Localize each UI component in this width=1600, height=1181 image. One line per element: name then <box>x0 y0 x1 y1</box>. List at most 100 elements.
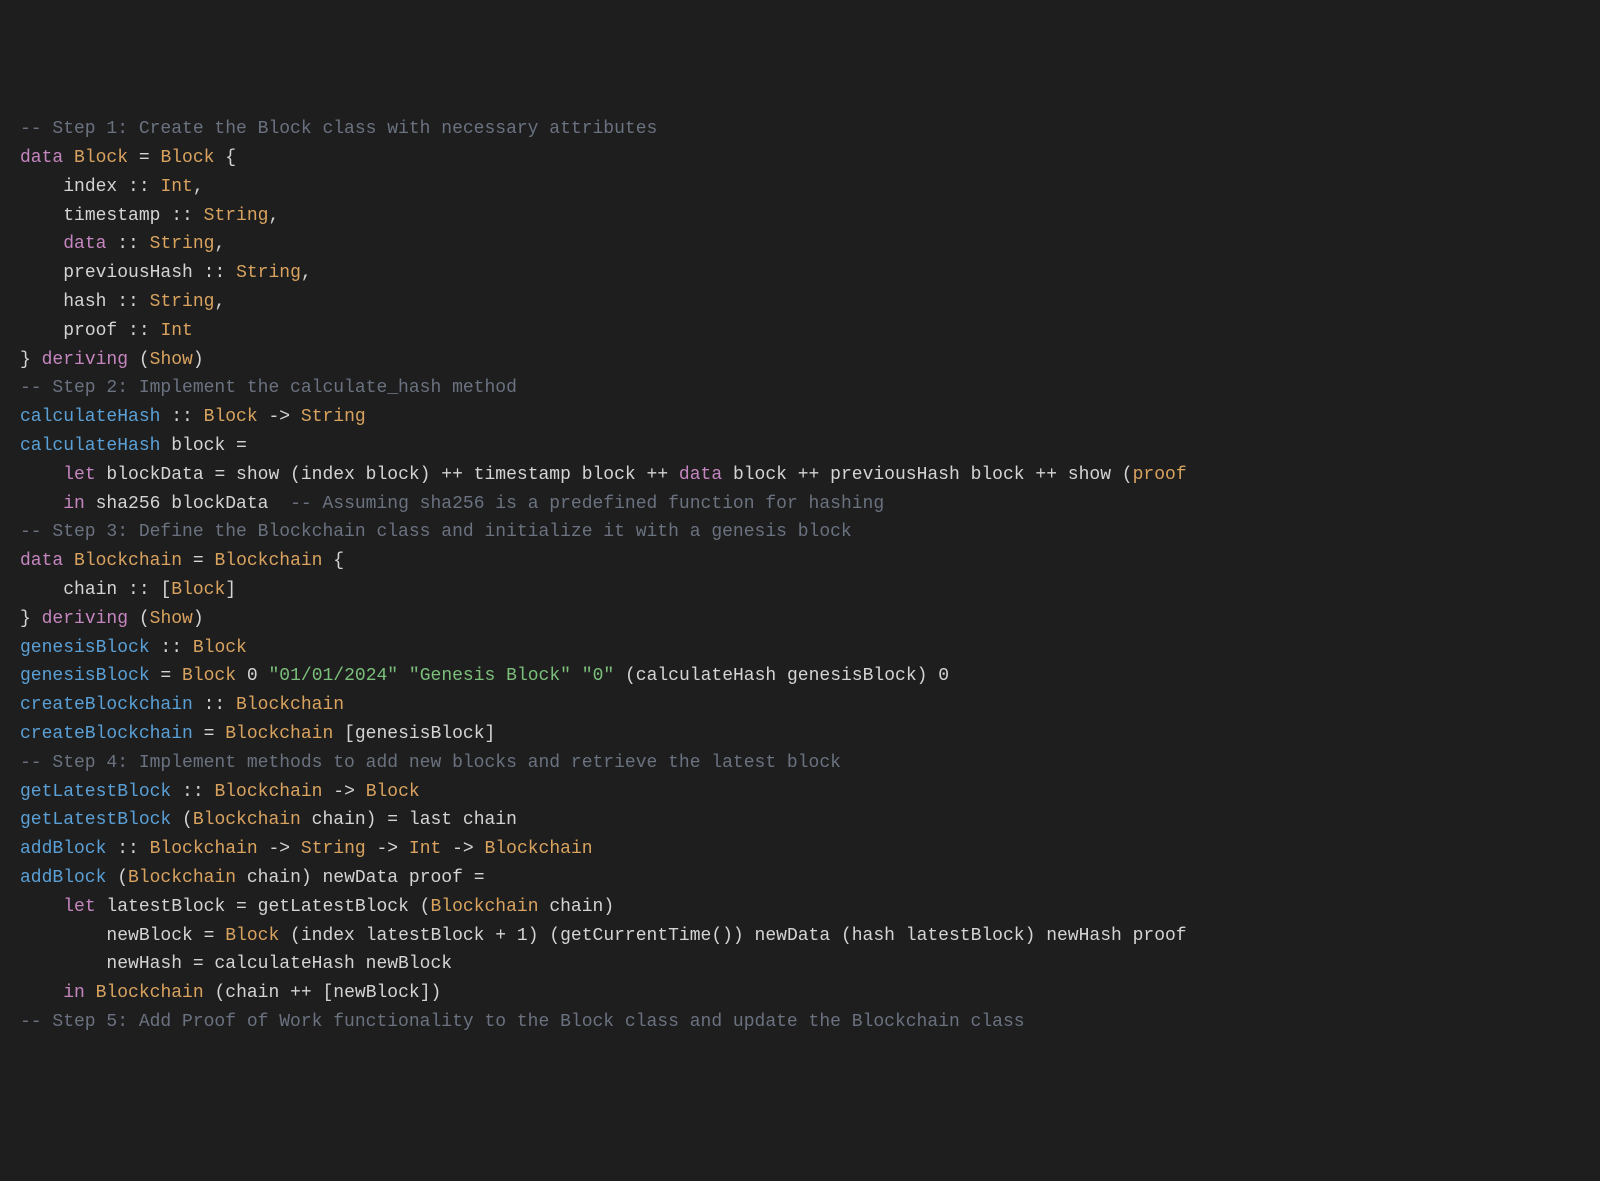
code-line-25[interactable]: createBlockchain = Blockchain [genesisBl… <box>20 720 1580 749</box>
token: Show <box>150 609 193 629</box>
token: String <box>150 234 215 254</box>
token: createBlockchain <box>20 695 193 715</box>
code-line-21[interactable]: genesisBlock :: Block <box>20 634 1580 663</box>
token: :: <box>106 292 149 312</box>
token: Blockchain <box>430 897 538 917</box>
code-line-13[interactable]: let blockData = show (index block) ++ ti… <box>20 461 1580 490</box>
code-line-24[interactable]: createBlockchain :: Blockchain <box>20 691 1580 720</box>
code-line-38[interactable]: -- Step 5: Add Proof of Work functionali… <box>20 1008 1580 1037</box>
code-line-2[interactable]: index :: Int, <box>20 173 1580 202</box>
token: data <box>20 148 63 168</box>
code-line-12[interactable]: calculateHash block = <box>20 432 1580 461</box>
code-line-36[interactable]: in Blockchain (chain ++ [newBlock]) <box>20 979 1580 1008</box>
code-line-34[interactable]: newBlock = Block (index latestBlock + 1)… <box>20 922 1580 951</box>
code-line-6[interactable]: hash :: String, <box>20 288 1580 317</box>
token: Blockchain <box>214 551 322 571</box>
token: data <box>679 465 722 485</box>
code-line-16[interactable]: -- Step 3: Define the Blockchain class a… <box>20 518 1580 547</box>
token: = <box>182 551 214 571</box>
token: String <box>204 206 269 226</box>
token: Block <box>225 926 279 946</box>
token: Blockchain <box>128 868 236 888</box>
token: :: <box>193 695 236 715</box>
token: latestBlock = getLatestBlock ( <box>96 897 431 917</box>
token: :: <box>117 177 160 197</box>
token: :: <box>150 638 193 658</box>
token <box>63 551 74 571</box>
token: String <box>150 292 215 312</box>
code-line-33[interactable]: let latestBlock = getLatestBlock (Blockc… <box>20 893 1580 922</box>
code-line-31[interactable]: addBlock :: Blockchain -> String -> Int … <box>20 835 1580 864</box>
code-line-4[interactable]: data :: String, <box>20 230 1580 259</box>
token: Blockchain <box>485 839 593 859</box>
token <box>398 666 409 686</box>
token: Block <box>160 148 214 168</box>
token: createBlockchain <box>20 724 193 744</box>
code-line-14[interactable]: in sha256 blockData -- Assuming sha256 i… <box>20 490 1580 519</box>
token: Block <box>193 638 247 658</box>
token: ) <box>193 609 204 629</box>
token: chain <box>63 580 117 600</box>
code-content[interactable]: -- Step 1: Create the Block class with n… <box>20 115 1580 1037</box>
token: :: <box>193 263 236 283</box>
code-line-0[interactable]: -- Step 1: Create the Block class with n… <box>20 115 1580 144</box>
token: ] <box>225 580 236 600</box>
token: -- Step 4: Implement methods to add new … <box>20 753 841 773</box>
code-line-27[interactable]: -- Step 4: Implement methods to add new … <box>20 749 1580 778</box>
token: (chain ++ [newBlock]) <box>204 983 442 1003</box>
code-editor[interactable]: -- Step 1: Create the Block class with n… <box>20 115 1580 1037</box>
token: 0 <box>938 666 949 686</box>
token: addBlock <box>20 868 106 888</box>
code-line-8[interactable]: } deriving (Show) <box>20 346 1580 375</box>
token: Blockchain <box>193 810 301 830</box>
code-line-7[interactable]: proof :: Int <box>20 317 1580 346</box>
token: "0" <box>582 666 614 686</box>
token: , <box>214 234 225 254</box>
token: block ++ previousHash block ++ show ( <box>722 465 1132 485</box>
token: , <box>268 206 279 226</box>
code-line-5[interactable]: previousHash :: String, <box>20 259 1580 288</box>
code-line-10[interactable]: -- Step 2: Implement the calculate_hash … <box>20 374 1580 403</box>
code-line-18[interactable]: chain :: [Block] <box>20 576 1580 605</box>
token <box>20 177 63 197</box>
token: :: <box>117 321 160 341</box>
token: let <box>63 897 95 917</box>
code-line-11[interactable]: calculateHash :: Block -> String <box>20 403 1580 432</box>
code-line-35[interactable]: newHash = calculateHash newBlock <box>20 950 1580 979</box>
code-line-3[interactable]: timestamp :: String, <box>20 202 1580 231</box>
token: } <box>20 609 42 629</box>
token: -> <box>258 839 301 859</box>
token: in <box>63 983 85 1003</box>
token: proof <box>1133 465 1187 485</box>
token <box>20 263 63 283</box>
token: Int <box>160 321 192 341</box>
token: chain) <box>539 897 615 917</box>
token: Block <box>182 666 236 686</box>
token: chain) newData proof = <box>236 868 484 888</box>
token: String <box>301 839 366 859</box>
token: -- Step 2: Implement the calculate_hash … <box>20 378 517 398</box>
code-line-28[interactable]: getLatestBlock :: Blockchain -> Block <box>20 778 1580 807</box>
code-line-22[interactable]: genesisBlock = Block 0 "01/01/2024" "Gen… <box>20 662 1580 691</box>
token: , <box>214 292 225 312</box>
code-line-29[interactable]: getLatestBlock (Blockchain chain) = last… <box>20 806 1580 835</box>
code-line-1[interactable]: data Block = Block { <box>20 144 1580 173</box>
token: data <box>20 551 63 571</box>
token <box>20 494 63 514</box>
token: timestamp <box>63 206 160 226</box>
token: block = <box>160 436 246 456</box>
token: Int <box>160 177 192 197</box>
token <box>63 148 74 168</box>
code-line-32[interactable]: addBlock (Blockchain chain) newData proo… <box>20 864 1580 893</box>
token: Blockchain <box>225 724 333 744</box>
token: newBlock = <box>20 926 225 946</box>
token: Blockchain <box>214 782 322 802</box>
token: Block <box>74 148 128 168</box>
code-line-19[interactable]: } deriving (Show) <box>20 605 1580 634</box>
token: -> <box>258 407 301 427</box>
token: -> <box>441 839 484 859</box>
code-line-17[interactable]: data Blockchain = Blockchain { <box>20 547 1580 576</box>
token: deriving <box>42 609 128 629</box>
token: getLatestBlock <box>20 782 171 802</box>
token: Show <box>150 350 193 370</box>
